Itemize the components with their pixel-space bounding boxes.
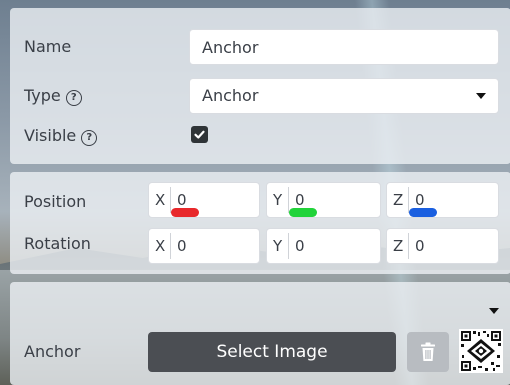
field-divider <box>408 233 409 259</box>
axis-y-label: Y <box>273 191 283 209</box>
type-label-group: Type? <box>24 86 82 106</box>
x-axis-color-marker <box>171 208 199 217</box>
position-label: Position <box>24 192 87 211</box>
name-label: Name <box>24 37 72 56</box>
visible-label-group: Visible? <box>24 126 98 146</box>
transform-panel: Position X 0 Y 0 Z 0 Rotation X 0 Y 0 Z … <box>10 172 510 274</box>
axis-z-label: Z <box>393 237 404 255</box>
qr-code-icon <box>459 329 503 373</box>
name-field[interactable] <box>189 29 499 65</box>
select-image-button[interactable]: Select Image <box>148 332 396 372</box>
rotation-y-field[interactable]: Y 0 <box>266 228 381 264</box>
anchor-panel: Anchor Select Image <box>10 282 510 385</box>
axis-z-label: Z <box>393 191 404 209</box>
field-divider <box>170 233 171 259</box>
axis-x-label: X <box>155 191 166 209</box>
anchor-image-thumbnail[interactable] <box>459 329 503 373</box>
chevron-down-icon[interactable] <box>489 308 499 314</box>
visible-help-icon[interactable]: ? <box>81 130 98 146</box>
position-y-field[interactable]: Y 0 <box>266 182 381 218</box>
visible-checkbox[interactable] <box>191 126 208 143</box>
type-select[interactable]: Anchor <box>189 78 499 114</box>
visible-label: Visible <box>24 126 77 145</box>
y-axis-color-marker <box>289 208 317 217</box>
delete-image-button[interactable] <box>407 332 449 372</box>
checkmark-icon <box>194 130 205 139</box>
anchor-label: Anchor <box>24 342 81 361</box>
z-axis-color-marker <box>409 208 437 217</box>
trash-icon <box>421 342 435 361</box>
rotation-z-field[interactable]: Z 0 <box>386 228 499 264</box>
rotation-label: Rotation <box>24 234 91 253</box>
rotation-y-value: 0 <box>295 237 305 255</box>
position-x-field[interactable]: X 0 <box>148 182 260 218</box>
caret-down-icon <box>476 93 486 99</box>
general-properties-panel: Name Type? Anchor Visible? <box>10 8 510 164</box>
axis-x-label: X <box>155 237 166 255</box>
rotation-x-value: 0 <box>177 237 187 255</box>
axis-y-label: Y <box>273 237 283 255</box>
position-z-field[interactable]: Z 0 <box>386 182 499 218</box>
rotation-z-value: 0 <box>415 237 425 255</box>
rotation-x-field[interactable]: X 0 <box>148 228 260 264</box>
field-divider <box>288 233 289 259</box>
type-select-value: Anchor <box>202 86 259 105</box>
type-help-icon[interactable]: ? <box>65 90 82 106</box>
type-label: Type <box>24 86 61 105</box>
